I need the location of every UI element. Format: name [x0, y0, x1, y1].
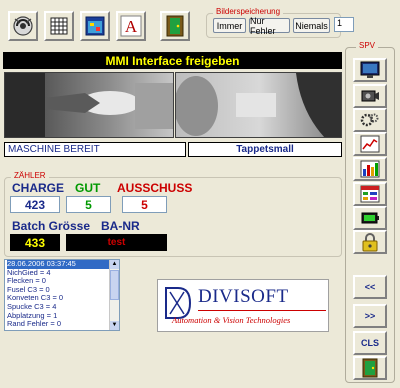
spv-bar-chart-button[interactable] — [353, 157, 387, 181]
ausschuss-value: 5 — [122, 196, 167, 213]
camera-image-left — [4, 72, 174, 138]
spv-title: SPV — [356, 41, 379, 50]
grid-button[interactable] — [44, 11, 74, 41]
always-button[interactable]: Immer — [213, 18, 246, 33]
batch-label: Batch Grösse — [12, 219, 91, 233]
clear-button[interactable]: CLS — [353, 331, 387, 355]
window-settings-button[interactable] — [80, 11, 110, 41]
previous-button[interactable]: << — [353, 275, 387, 299]
camera-icon — [361, 90, 379, 102]
gears-icon — [360, 113, 379, 127]
font-button[interactable]: A — [116, 11, 146, 41]
spv-trend-button[interactable] — [353, 132, 387, 156]
logo-divider — [198, 310, 326, 311]
scroll-thumb[interactable] — [110, 270, 119, 300]
charge-value: 423 — [10, 196, 60, 213]
spv-battery-button[interactable] — [353, 206, 387, 230]
machine-status-field: MASCHINE BEREIT — [4, 142, 186, 157]
gut-value: 5 — [66, 196, 111, 213]
image-storage-group: Bilderspeicherung Immer Nur Fehler Niema… — [206, 7, 341, 38]
lock-icon — [362, 233, 378, 252]
grid-icon — [50, 17, 68, 35]
log-scrollbar[interactable]: ▲ ▼ — [109, 260, 119, 330]
table-icon — [360, 185, 380, 203]
gut-label: GUT — [75, 181, 101, 195]
font-a-icon: A — [120, 15, 142, 37]
results-log[interactable]: 28.06.2006 03:37:45 NichGied = 4 Flecken… — [4, 259, 120, 331]
never-button[interactable]: Niemals — [293, 18, 330, 33]
camera-image-right — [175, 72, 342, 138]
camera-lens-button[interactable] — [8, 11, 38, 41]
spv-monitor-button[interactable] — [353, 58, 387, 82]
banr-label: BA-NR — [101, 219, 140, 233]
camera-image-left-picture — [5, 73, 173, 137]
spv-settings-button[interactable] — [353, 108, 387, 132]
divisoft-logo: DIVISOFT Automation & Vision Technologie… — [157, 279, 329, 332]
log-line[interactable]: Rand Fehler = 0 — [7, 320, 109, 329]
image-count-field[interactable]: 1 — [334, 17, 354, 32]
exit-door-icon — [362, 358, 378, 378]
exit-door-icon — [166, 15, 184, 37]
spv-table-button[interactable] — [353, 182, 387, 206]
camera-lens-icon — [13, 16, 33, 36]
battery-icon — [361, 212, 379, 224]
interface-banner: MMI Interface freigeben — [3, 52, 342, 69]
ausschuss-label: AUSSCHUSS — [117, 181, 193, 195]
batch-value: 433 — [10, 234, 60, 251]
spv-exit-button[interactable] — [353, 356, 387, 380]
line-chart-icon — [360, 135, 380, 153]
errors-only-button[interactable]: Nur Fehler — [249, 16, 290, 36]
spv-camera-button[interactable] — [353, 84, 387, 108]
spv-lock-button[interactable] — [353, 230, 387, 254]
logo-tagline: Automation & Vision Technologies — [172, 315, 291, 325]
product-field: Tappetsmall — [188, 142, 342, 157]
next-button[interactable]: >> — [353, 304, 387, 328]
camera-image-right-picture — [176, 73, 341, 137]
counters-title: ZÄHLER — [11, 171, 49, 180]
banr-value: test — [66, 234, 167, 251]
exit-button[interactable] — [160, 11, 190, 41]
svg-text:A: A — [125, 17, 138, 36]
scroll-up-icon[interactable]: ▲ — [110, 260, 119, 269]
monitor-icon — [360, 61, 380, 78]
charge-label: CHARGE — [12, 181, 65, 195]
scroll-down-icon[interactable]: ▼ — [110, 321, 119, 330]
bar-chart-icon — [360, 160, 380, 178]
logo-name: DIVISOFT — [198, 286, 289, 307]
window-settings-icon — [85, 16, 105, 36]
